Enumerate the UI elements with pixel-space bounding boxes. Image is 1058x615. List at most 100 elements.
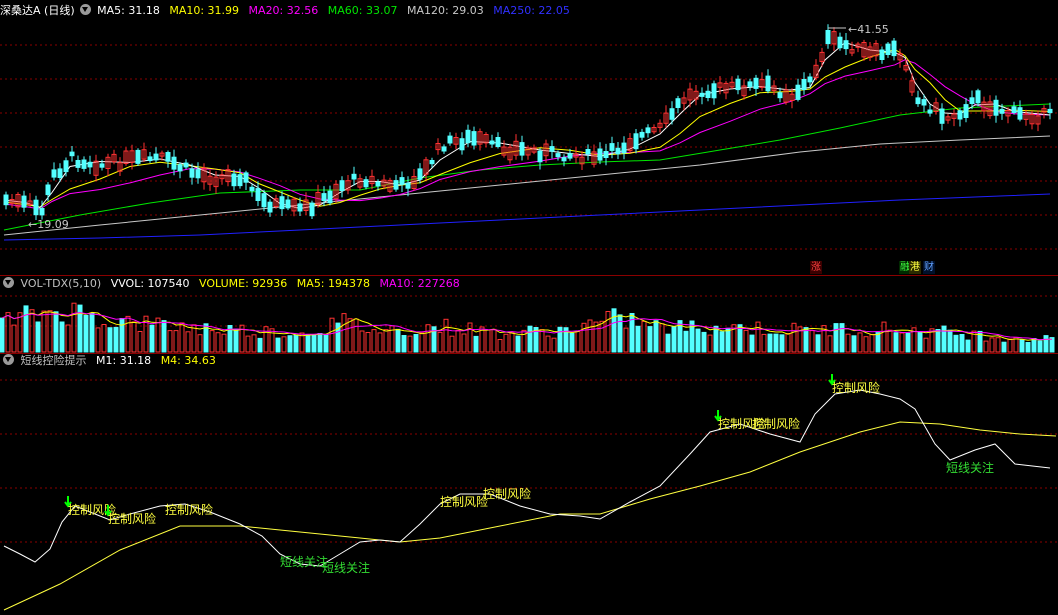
volume-bar xyxy=(491,328,497,353)
candle-body xyxy=(405,182,411,189)
volume-bar xyxy=(845,333,851,353)
volume-bar xyxy=(653,320,659,353)
candle-body xyxy=(639,131,645,138)
volume-bar xyxy=(53,311,59,353)
event-badge-cai[interactable]: 财 xyxy=(923,261,935,274)
candle-body xyxy=(567,153,573,159)
candle-body xyxy=(135,149,141,164)
volume-bar xyxy=(815,334,821,353)
volume-bar xyxy=(887,329,893,353)
volume-bar xyxy=(611,308,617,353)
candle-body xyxy=(75,160,81,168)
candle-body xyxy=(1047,108,1053,114)
volume-bar xyxy=(545,335,551,353)
volume-bar xyxy=(365,332,371,353)
volume-bar xyxy=(359,330,365,353)
volume-bar xyxy=(395,328,401,353)
volume-bar xyxy=(197,334,203,353)
volume-bar xyxy=(113,326,119,353)
volume-bar xyxy=(827,335,833,353)
candle-body xyxy=(429,160,435,165)
volume-panel[interactable]: VOL-TDX(5,10) VVOL: 107540 VOLUME: 92936… xyxy=(0,276,1058,353)
volume-bar xyxy=(95,327,101,353)
candle-body xyxy=(87,161,93,168)
candle-body xyxy=(267,201,273,213)
volume-bar xyxy=(293,334,299,353)
settings-dropdown-icon[interactable] xyxy=(3,354,14,365)
candle-body xyxy=(537,150,543,163)
volume-bar xyxy=(983,340,989,353)
volume-bar xyxy=(425,324,431,353)
volume-bar xyxy=(767,333,773,353)
volume-bar xyxy=(119,318,125,353)
volume-bar xyxy=(881,321,887,353)
candle-body xyxy=(675,98,681,108)
volume-bar xyxy=(173,330,179,353)
candle-body xyxy=(45,184,51,196)
volume-bar xyxy=(875,332,881,353)
ma5-line xyxy=(3,41,1051,210)
volume-bar xyxy=(251,334,257,353)
watch-signal-label: 短线关注 xyxy=(322,560,370,575)
settings-dropdown-icon[interactable] xyxy=(79,4,91,15)
indicator-chart[interactable]: 控制风险控制风险控制风险控制风险控制风险控制风险控制风险控制风险短线关注短线关注… xyxy=(0,354,1058,615)
volume-bar xyxy=(893,332,899,353)
ma120-line xyxy=(3,135,1051,236)
volume-bar xyxy=(281,336,287,353)
volume-bar xyxy=(671,326,677,353)
candlestick-chart[interactable]: ←41.55 ←19.09 xyxy=(0,0,1058,275)
candle-body xyxy=(825,30,831,45)
volume-bar xyxy=(11,324,17,353)
ma60-label: MA60: 33.07 xyxy=(327,4,398,17)
volume-bar xyxy=(923,337,929,353)
candle-body xyxy=(699,92,705,97)
candle-body xyxy=(321,193,327,202)
vvol-label: VVOL: 107540 xyxy=(110,277,190,290)
volume-bar xyxy=(23,305,29,353)
volume-bar xyxy=(539,329,545,353)
candle-body xyxy=(603,151,609,158)
event-badge-gang[interactable]: 港 xyxy=(909,261,921,274)
volume-bar xyxy=(329,317,335,353)
volume-bar xyxy=(455,330,461,353)
candle-body xyxy=(51,169,57,178)
volume-bar xyxy=(833,323,839,353)
volume-bar xyxy=(419,332,425,353)
volume-bar xyxy=(953,334,959,353)
volume-bar xyxy=(0,317,5,353)
candle-body xyxy=(735,78,741,91)
volume-bar xyxy=(185,331,191,353)
volume-bar xyxy=(497,339,503,353)
volume-bar xyxy=(779,334,785,353)
settings-dropdown-icon[interactable] xyxy=(3,277,14,288)
candle-body xyxy=(57,168,63,178)
volume-bar xyxy=(509,331,515,353)
high-price-annotation: ←41.55 xyxy=(848,23,889,36)
volume-bar xyxy=(569,332,575,353)
event-badge-zhang[interactable]: 涨 xyxy=(810,261,822,274)
ma250-label: MA250: 22.05 xyxy=(493,4,570,17)
price-panel[interactable]: 深桑达A (日线) MA5: 31.18 MA10: 31.99 MA20: 3… xyxy=(0,0,1058,275)
candle-body xyxy=(519,142,525,156)
volume-bar xyxy=(707,334,713,353)
volume-bar xyxy=(785,333,791,353)
candle-body xyxy=(993,99,999,116)
indicator-panel[interactable]: 短线控险提示 M1: 31.18 M4: 34.63 控制风险 控制风险 控制风险控… xyxy=(0,354,1058,615)
candle-body xyxy=(297,203,303,212)
candle-body xyxy=(549,146,555,152)
risk-signal-label: 控制风险 xyxy=(483,486,531,501)
volume-bar xyxy=(17,312,23,353)
volume-bar xyxy=(1019,339,1025,353)
volume-bar xyxy=(1031,338,1037,353)
risk-signal-label: 控制风险 xyxy=(108,511,156,526)
volume-bar xyxy=(311,334,317,353)
m1-label: M1: 31.18 xyxy=(96,354,152,367)
volume-bar xyxy=(179,322,185,353)
volume-bar xyxy=(809,330,815,353)
volume-bar xyxy=(137,331,143,353)
candle-body xyxy=(417,168,423,180)
volume-bar xyxy=(257,337,263,353)
volume-bar xyxy=(149,324,155,353)
candle-body xyxy=(375,181,381,187)
candle-body xyxy=(459,138,465,151)
